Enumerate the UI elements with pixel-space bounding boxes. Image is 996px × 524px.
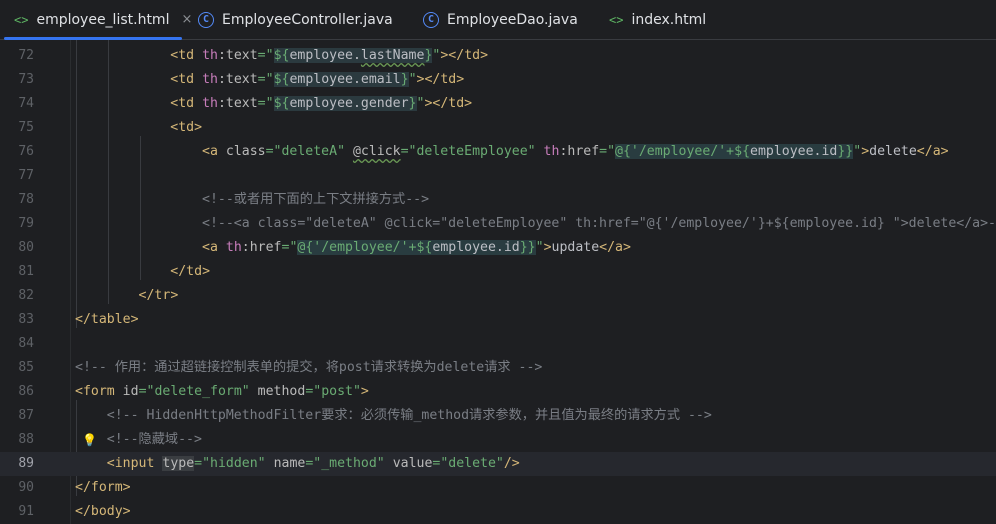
line-number: 74	[18, 96, 34, 111]
line-number: 86	[18, 384, 34, 399]
line-number: 85	[18, 360, 34, 375]
line-number: 82	[18, 288, 34, 303]
code-line[interactable]: 80 <a th:href="@{'/employee/'+${employee…	[0, 236, 996, 260]
code-line[interactable]: 86 <form id="delete_form" method="post">	[0, 380, 996, 404]
code-text[interactable]: <input type="hidden" name="_method" valu…	[75, 452, 520, 476]
line-number: 77	[18, 168, 34, 183]
line-number: 89	[18, 456, 34, 471]
code-line[interactable]: 82 </tr>	[0, 284, 996, 308]
code-line[interactable]: 87 <!-- HiddenHttpMethodFilter要求：必须传输_me…	[0, 404, 996, 428]
code-line[interactable]: 83 </table>	[0, 308, 996, 332]
code-text[interactable]: </tr>	[75, 284, 179, 308]
line-number: 72	[18, 48, 34, 63]
code-line[interactable]: 72 <td th:text="${employee.lastName}"></…	[0, 44, 996, 68]
line-number: 75	[18, 120, 34, 135]
tab-employee-list-html[interactable]: <> employee_list.html ×	[0, 0, 192, 40]
tab-label: EmployeeDao.java	[447, 11, 578, 28]
line-number: 84	[18, 336, 34, 351]
line-number: 76	[18, 144, 34, 159]
code-text[interactable]: </body>	[75, 500, 131, 524]
code-text[interactable]: <form id="delete_form" method="post">	[75, 380, 369, 404]
tab-employee-dao-java[interactable]: C EmployeeDao.java	[407, 0, 593, 39]
code-line[interactable]: 78 <!--或者用下面的上下文拼接方式-->	[0, 188, 996, 212]
java-class-icon: C	[423, 11, 439, 28]
lightbulb-icon[interactable]: 💡	[82, 428, 97, 452]
line-number: 79	[18, 216, 34, 231]
java-class-icon: C	[198, 11, 214, 28]
tab-label: EmployeeController.java	[222, 11, 393, 28]
code-text[interactable]: <td th:text="${employee.gender}"></td>	[75, 92, 472, 116]
code-text[interactable]: <td th:text="${employee.lastName}"></td>	[75, 44, 488, 68]
tab-label: employee_list.html	[36, 11, 170, 28]
code-text[interactable]: <a th:href="@{'/employee/'+${employee.id…	[75, 236, 631, 260]
code-text[interactable]: <!--或者用下面的上下文拼接方式-->	[75, 188, 429, 212]
code-text[interactable]: <!-- 作用：通过超链接控制表单的提交，将post请求转换为delete请求 …	[75, 356, 542, 380]
code-text[interactable]: <!-- HiddenHttpMethodFilter要求：必须传输_metho…	[75, 404, 712, 428]
line-number: 80	[18, 240, 34, 255]
code-line[interactable]: 75 <td>	[0, 116, 996, 140]
code-line[interactable]: 89 <input type="hidden" name="_method" v…	[0, 452, 996, 476]
line-number: 83	[18, 312, 34, 327]
line-number: 88	[18, 432, 34, 447]
tab-label: index.html	[631, 11, 707, 28]
code-line[interactable]: 85 <!-- 作用：通过超链接控制表单的提交，将post请求转换为delete请…	[0, 356, 996, 380]
code-editor[interactable]: 72 <td th:text="${employee.lastName}"></…	[0, 40, 996, 524]
line-number: 87	[18, 408, 34, 423]
code-text[interactable]: </td>	[75, 260, 210, 284]
line-number: 90	[18, 480, 34, 495]
code-line[interactable]: 90 </form>	[0, 476, 996, 500]
line-number: 78	[18, 192, 34, 207]
line-number: 73	[18, 72, 34, 87]
code-text[interactable]: </table>	[75, 308, 139, 332]
editor-tab-bar: <> employee_list.html × C EmployeeContro…	[0, 0, 996, 40]
code-line[interactable]: 74 <td th:text="${employee.gender}"></td…	[0, 92, 996, 116]
line-number: 91	[18, 504, 34, 519]
tab-index-html[interactable]: <> index.html	[593, 0, 733, 39]
tab-employee-controller-java[interactable]: C EmployeeController.java	[186, 0, 407, 39]
code-line[interactable]: 77	[0, 164, 996, 188]
code-line[interactable]: 88 <!--隐藏域--> 💡	[0, 428, 996, 452]
html-file-icon: <>	[609, 12, 624, 27]
code-text[interactable]: <td>	[75, 116, 202, 140]
code-line[interactable]: 73 <td th:text="${employee.email}"></td>	[0, 68, 996, 92]
code-line[interactable]: 79 <!--<a class="deleteA" @click="delete…	[0, 212, 996, 236]
code-text[interactable]: <td th:text="${employee.email}"></td>	[75, 68, 464, 92]
line-number: 81	[18, 264, 34, 279]
code-text[interactable]: <!--<a class="deleteA" @click="deleteEmp…	[75, 212, 996, 236]
code-text[interactable]: </form>	[75, 476, 131, 500]
code-line[interactable]: 76 <a class="deleteA" @click="deleteEmpl…	[0, 140, 996, 164]
code-line[interactable]: 84	[0, 332, 996, 356]
code-line[interactable]: 91 </body>	[0, 500, 996, 524]
html-file-icon: <>	[14, 12, 29, 27]
code-text[interactable]: <a class="deleteA" @click="deleteEmploye…	[75, 140, 949, 164]
code-line[interactable]: 81 </td>	[0, 260, 996, 284]
